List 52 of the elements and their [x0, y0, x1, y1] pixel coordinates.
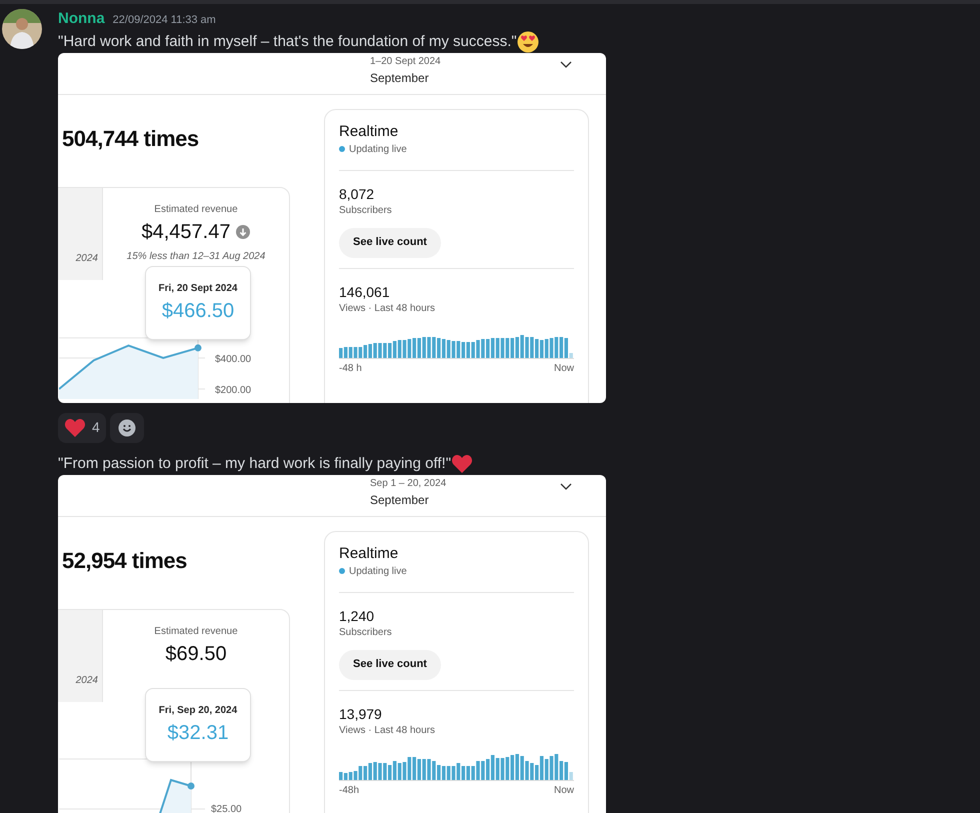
- metric-label: Estimated revenue: [154, 202, 238, 216]
- axis-start-label: -48 h: [339, 362, 362, 376]
- period-label: September: [370, 492, 430, 508]
- chevron-down-icon[interactable]: [560, 60, 572, 68]
- see-live-count-button[interactable]: See live count: [339, 650, 441, 680]
- metric-label: Estimated revenue: [154, 624, 238, 638]
- realtime-title: Realtime: [339, 122, 400, 142]
- axis-tick-label: $25.00: [211, 802, 242, 813]
- metric-tab[interactable]: 2024: [58, 188, 103, 280]
- date-range-label: 1–20 Sept 2024: [370, 56, 442, 68]
- live-dot-icon: [339, 568, 345, 574]
- subscriber-label: Subscribers: [339, 204, 393, 218]
- live-status: Updating live: [349, 142, 407, 156]
- data-point: [194, 344, 202, 351]
- smiley-icon: [118, 418, 136, 436]
- heart-icon: [64, 418, 86, 438]
- user-avatar[interactable]: [2, 9, 42, 49]
- subscriber-count: 1,240: [339, 606, 376, 624]
- views-headline: 504,744 times: [62, 124, 200, 152]
- message-text: "Hard work and faith in myself – that's the foundation of my success.": [58, 32, 517, 52]
- metric-tab[interactable]: 2024: [58, 610, 103, 702]
- subscriber-label: Subscribers: [339, 626, 393, 640]
- axis-end-label: Now: [554, 784, 574, 798]
- message-timestamp: 22/09/2024 11:33 am: [112, 13, 216, 28]
- tooltip-date: Fri, Sep 20, 2024: [158, 704, 238, 718]
- tooltip-value: $32.31: [167, 721, 229, 746]
- add-reaction-button[interactable]: [110, 412, 144, 442]
- axis-start-label: -48h: [339, 784, 360, 798]
- username[interactable]: Nonna: [58, 8, 105, 30]
- chevron-down-icon[interactable]: [560, 482, 572, 490]
- axis-end-label: Now: [554, 362, 574, 376]
- period-label: September: [370, 70, 430, 86]
- see-live-count-button[interactable]: See live count: [339, 228, 441, 258]
- views-label: Views · Last 48 hours: [339, 302, 436, 316]
- live-dot-icon: [339, 146, 345, 152]
- subscriber-count: 8,072: [339, 184, 376, 202]
- date-range-label: Sep 1 – 20, 2024: [370, 478, 448, 490]
- comparison-note: 15% less than 12–31 Aug 2024: [126, 250, 266, 264]
- live-status: Updating live: [349, 564, 407, 578]
- message-text: "From passion to profit – my hard work is finally paying off!": [58, 454, 452, 474]
- revenue-amount: $4,457.47: [142, 220, 230, 244]
- views-label: Views · Last 48 hours: [339, 724, 436, 738]
- axis-tick-label: $400.00: [215, 354, 252, 364]
- axis-tick-label: $200.00: [215, 384, 252, 396]
- tooltip-value: $466.50: [162, 299, 234, 324]
- views-headline: 52,954 times: [62, 546, 188, 574]
- views-count: 146,061: [339, 282, 391, 300]
- reaction-button[interactable]: 4: [58, 412, 106, 442]
- tooltip-date: Fri, 20 Sept 2024: [158, 282, 238, 296]
- views-count: 13,979: [339, 704, 383, 722]
- revenue-amount: $69.50: [165, 642, 227, 666]
- realtime-title: Realtime: [339, 544, 400, 564]
